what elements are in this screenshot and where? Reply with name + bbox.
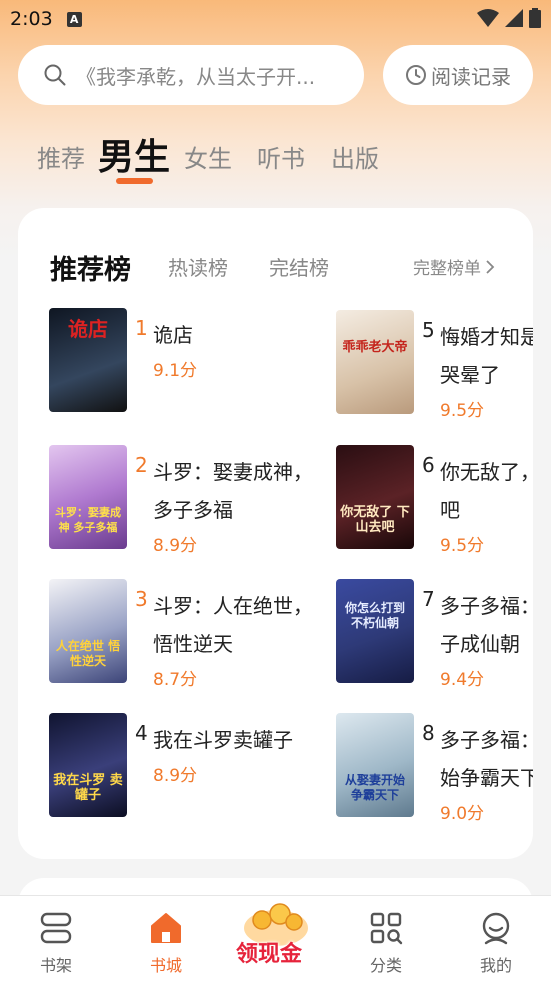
book-rank: 6 <box>422 453 435 477</box>
book-item[interactable]: 人在绝世 悟性逆天 3 斗罗：人在绝世，悟性逆天 8.7分 <box>49 579 329 690</box>
battery-icon <box>529 8 541 28</box>
bookshelf-icon <box>40 912 72 944</box>
nav-bookstore[interactable]: 书城 <box>116 896 216 981</box>
nav-category-label: 分类 <box>369 956 402 975</box>
book-item[interactable]: 诡店 1 诡店 9.1分 <box>49 308 329 418</box>
book-cover[interactable]: 人在绝世 悟性逆天 <box>49 579 127 683</box>
book-item[interactable]: 我在斗罗 卖罐子 4 我在斗罗卖罐子 8.9分 <box>49 713 329 823</box>
book-title: 悔婚才知是大帝，哭晕了 <box>440 325 533 387</box>
book-rank: 5 <box>422 318 435 342</box>
book-item[interactable]: 你无敌了 下山去吧 6 你无敌了，下山去吧 9.5分 <box>336 445 533 556</box>
nav-bookshelf[interactable]: 书架 <box>6 896 106 981</box>
book-item[interactable]: 斗罗：娶妻成神 多子多福 2 斗罗：娶妻成神，多子多福 8.9分 <box>49 445 329 556</box>
book-title: 斗罗：人在绝世，悟性逆天 <box>153 594 313 656</box>
status-time: 2:03 <box>10 8 53 30</box>
search-icon <box>44 64 66 86</box>
book-title: 斗罗：娶妻成神，多子多福 <box>153 460 313 522</box>
cover-text: 斗罗：娶妻成神 多子多福 <box>55 506 121 534</box>
cover-text: 乖乖老大帝 <box>342 340 408 355</box>
nav-bookstore-label: 书城 <box>149 956 182 975</box>
book-cover[interactable]: 斗罗：娶妻成神 多子多福 <box>49 445 127 549</box>
book-rank: 3 <box>135 587 148 611</box>
status-bar: 2:03 A <box>0 0 551 38</box>
tab-recommend[interactable]: 推荐 <box>37 139 85 174</box>
cover-text: 人在绝世 悟性逆天 <box>55 639 121 668</box>
nav-category[interactable]: 分类 <box>336 896 436 981</box>
reading-history-label: 阅读记录 <box>431 64 511 89</box>
clock-icon <box>406 65 426 85</box>
nav-profile[interactable]: 我的 <box>446 896 546 981</box>
book-score: 9.5分 <box>440 401 485 421</box>
book-rank: 4 <box>135 721 148 745</box>
active-tab-indicator <box>116 178 153 184</box>
book-score: 9.4分 <box>440 670 485 690</box>
chevron-right-icon <box>486 259 495 274</box>
book-cover[interactable]: 乖乖老大帝 <box>336 310 414 414</box>
reading-history-button[interactable]: 阅读记录 <box>383 45 533 105</box>
status-icons <box>477 8 541 28</box>
nav-cash-reward[interactable]: 领现金 <box>228 900 324 970</box>
nav-profile-label: 我的 <box>479 956 512 975</box>
ranking-card: 推荐榜 热读榜 完结榜 完整榜单 诡店 1 诡店 9.1分 斗罗：娶妻成神 多子… <box>18 208 533 859</box>
book-score: 9.5分 <box>440 536 485 556</box>
cover-text: 诡店 <box>68 317 108 341</box>
search-bar[interactable]: 《我李承乾，从当太子开... <box>18 45 364 105</box>
book-item[interactable]: 你怎么打到 不朽仙朝 7 多子多福：娶妻生子成仙朝 9.4分 <box>336 579 533 690</box>
cover-text: 你怎么打到 不朽仙朝 <box>344 601 405 630</box>
book-cover[interactable]: 诡店 <box>49 308 127 412</box>
book-title: 诡店 <box>153 323 193 347</box>
book-cover[interactable]: 从娶妻开始 争霸天下 <box>336 713 414 817</box>
notification-icon: A <box>66 11 82 27</box>
book-rank: 8 <box>422 721 435 745</box>
book-cover[interactable]: 你怎么打到 不朽仙朝 <box>336 579 414 683</box>
tab-audiobook[interactable]: 听书 <box>257 139 305 174</box>
cover-text: 你无敌了 下山去吧 <box>340 505 410 535</box>
home-icon <box>151 913 181 943</box>
signal-icon <box>505 9 523 27</box>
book-score: 8.7分 <box>153 670 198 690</box>
book-score: 9.0分 <box>440 804 485 824</box>
book-item[interactable]: 乖乖老大帝 5 悔婚才知是大帝，哭晕了 9.5分 <box>336 310 533 421</box>
tab-male[interactable]: 男生 <box>98 128 170 180</box>
profile-icon <box>482 912 510 945</box>
nav-cash-label: 领现金 <box>236 942 303 967</box>
book-cover[interactable]: 我在斗罗 卖罐子 <box>49 713 127 817</box>
book-title: 多子多福：娶妻开始争霸天下 <box>440 728 533 790</box>
book-cover[interactable]: 你无敌了 下山去吧 <box>336 445 414 549</box>
wifi-icon <box>477 9 499 27</box>
full-ranking-label: 完整榜单 <box>413 259 481 279</box>
book-title: 你无敌了，下山去吧 <box>440 460 533 522</box>
book-rank: 1 <box>135 316 148 340</box>
full-ranking-link[interactable]: 完整榜单 <box>413 254 495 279</box>
book-score: 8.9分 <box>153 766 198 786</box>
rank-tab-finished[interactable]: 完结榜 <box>269 252 329 281</box>
rank-tab-recommend[interactable]: 推荐榜 <box>50 248 131 287</box>
search-placeholder[interactable]: 《我李承乾，从当太子开... <box>76 61 346 90</box>
book-title: 多子多福：娶妻生子成仙朝 <box>440 594 533 656</box>
cover-text: 我在斗罗 卖罐子 <box>53 773 123 803</box>
book-title: 我在斗罗卖罐子 <box>153 728 293 752</box>
book-score: 8.9分 <box>153 536 198 556</box>
book-score: 9.1分 <box>153 361 198 381</box>
book-rank: 2 <box>135 453 148 477</box>
book-item[interactable]: 从娶妻开始 争霸天下 8 多子多福：娶妻开始争霸天下 9.0分 <box>336 713 533 824</box>
tab-publish[interactable]: 出版 <box>331 139 379 174</box>
cover-text: 从娶妻开始 争霸天下 <box>344 773 405 802</box>
book-rank: 7 <box>422 587 435 611</box>
rank-tab-hot[interactable]: 热读榜 <box>168 252 228 281</box>
nav-bookshelf-label: 书架 <box>39 956 72 975</box>
tab-female[interactable]: 女生 <box>184 139 232 174</box>
category-icon <box>370 912 403 945</box>
